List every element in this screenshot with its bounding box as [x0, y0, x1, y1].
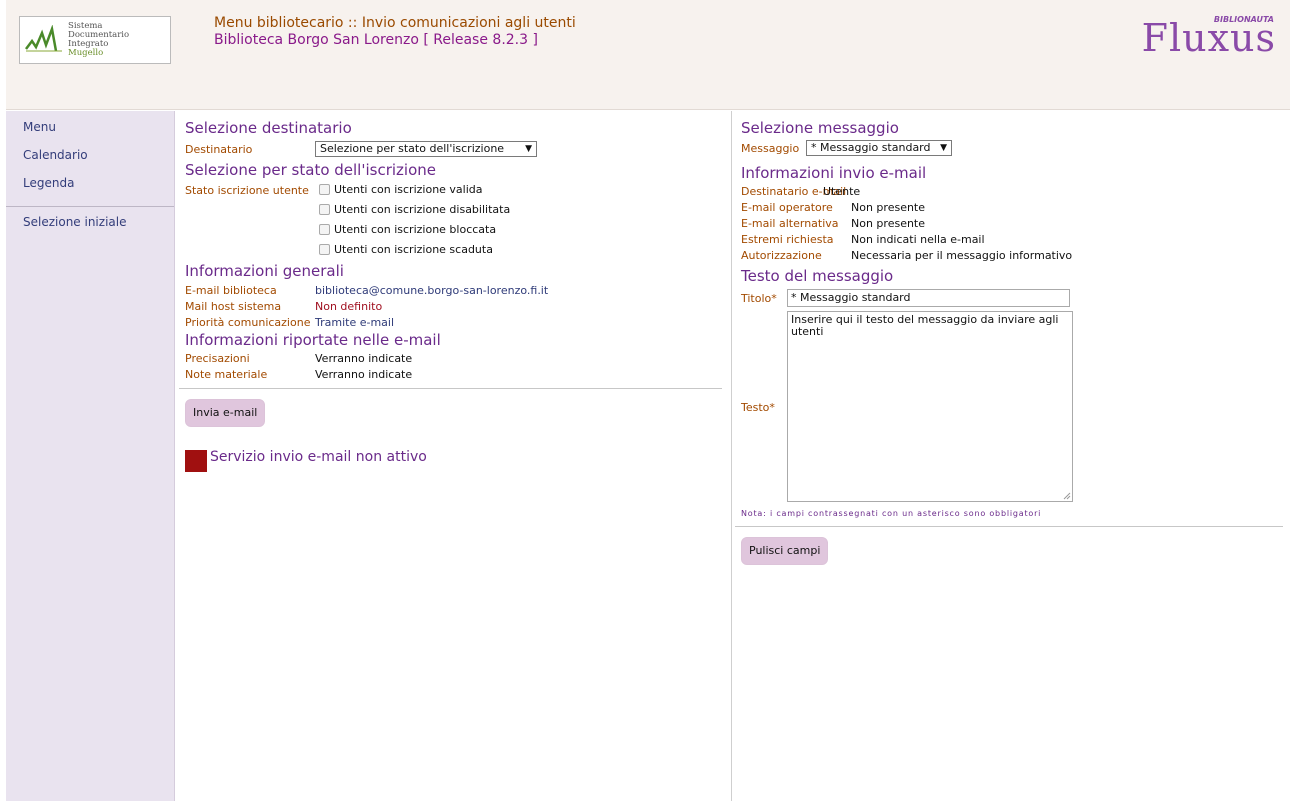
mail-host-value: Non definito [315, 300, 383, 313]
info-value: Verranno indicate [315, 368, 413, 381]
sidebar-item-menu[interactable]: Menu [23, 120, 174, 134]
info-label: Estremi richiesta [741, 233, 834, 246]
sidebar: Menu Calendario Legenda Selezione inizia… [6, 111, 175, 801]
sidebar-item-selezione-iniziale[interactable]: Selezione iniziale [23, 215, 174, 229]
brand-name: Fluxus [1141, 16, 1276, 60]
checkbox-iscrizione-scaduta[interactable] [319, 244, 330, 255]
section-title-stato: Selezione per stato dell'iscrizione [185, 161, 436, 179]
checkbox-row[interactable]: Utenti con iscrizione scaduta [319, 243, 493, 256]
section-title-info-generali: Informazioni generali [185, 262, 344, 280]
page-header: Sistema Documentario Integrato Mugello M… [6, 0, 1290, 110]
destinatario-select[interactable]: Selezione per stato dell'iscrizione ▼ [315, 141, 537, 157]
checkbox-row[interactable]: Utenti con iscrizione bloccata [319, 223, 496, 236]
priorita-value: Tramite e-mail [315, 316, 395, 329]
recipient-panel: Selezione destinatario Destinatario Sele… [176, 111, 732, 801]
email-service-status: Servizio invio e-mail non attivo [210, 449, 427, 465]
sidebar-separator [6, 206, 174, 207]
section-title-destinatario: Selezione destinatario [185, 119, 352, 137]
checkbox-row[interactable]: Utenti con iscrizione valida [319, 183, 483, 196]
info-value: Verranno indicate [315, 352, 413, 365]
section-title-info-email: Informazioni riportate nelle e-mail [185, 331, 441, 349]
testo-label: Testo* [741, 401, 775, 414]
stato-label: Stato iscrizione utente [185, 184, 309, 197]
chevron-down-icon: ▼ [940, 143, 947, 153]
info-label: Autorizzazione [741, 249, 822, 262]
info-label: E-mail alternativa [741, 217, 839, 230]
mountain-logo-icon [25, 25, 62, 52]
clear-fields-button[interactable]: Pulisci campi [741, 537, 829, 565]
testo-value: Inserire qui il testo del messaggio da i… [791, 313, 1059, 338]
info-value: Non presente [851, 217, 926, 230]
info-label: Mail host sistema [185, 300, 282, 313]
message-panel: Selezione messaggio Messaggio * Messaggi… [733, 111, 1290, 801]
checkbox-label: Utenti con iscrizione valida [334, 183, 483, 196]
section-divider [735, 526, 1283, 527]
info-label: E-mail operatore [741, 201, 833, 214]
chevron-down-icon: ▼ [525, 144, 532, 154]
info-label: Priorità comunicazione [185, 316, 311, 329]
destinatario-select-value: Selezione per stato dell'iscrizione [320, 142, 505, 155]
send-email-button[interactable]: Invia e-mail [185, 399, 266, 427]
status-indicator-icon [185, 450, 207, 472]
logo-text: Sistema Documentario Integrato Mugello [68, 21, 130, 58]
checkbox-iscrizione-valida[interactable] [319, 184, 330, 195]
titolo-label: Titolo* [741, 292, 777, 305]
checkbox-label: Utenti con iscrizione scaduta [334, 243, 493, 256]
testo-textarea[interactable]: Inserire qui il testo del messaggio da i… [787, 311, 1073, 502]
info-value: Utente [823, 185, 861, 198]
section-title-testo: Testo del messaggio [741, 267, 894, 285]
library-email[interactable]: biblioteca@comune.borgo-san-lorenzo.fi.i… [315, 284, 548, 297]
info-value: Non indicati nella e-mail [851, 233, 985, 246]
sdim-logo[interactable]: Sistema Documentario Integrato Mugello [19, 16, 171, 64]
checkbox-label: Utenti con iscrizione disabilitata [334, 203, 511, 216]
checkbox-label: Utenti con iscrizione bloccata [334, 223, 497, 236]
titolo-input[interactable]: * Messaggio standard [787, 289, 1070, 307]
info-label: Note materiale [185, 368, 268, 381]
fluxus-brand: BIBLIONAUTA Fluxus [1126, 8, 1276, 68]
page-title-block: Menu bibliotecario :: Invio comunicazion… [214, 15, 576, 49]
section-title-invio: Informazioni invio e-mail [741, 164, 927, 182]
page-title: Menu bibliotecario :: Invio comunicazion… [214, 15, 576, 31]
section-divider [179, 388, 722, 389]
sidebar-item-calendario[interactable]: Calendario [23, 148, 174, 162]
info-value: Necessaria per il messaggio informativo [851, 249, 1073, 262]
messaggio-select-value: * Messaggio standard [811, 141, 931, 154]
resize-handle-icon[interactable] [1063, 492, 1071, 500]
destinatario-label: Destinatario [185, 143, 253, 156]
checkbox-iscrizione-bloccata[interactable] [319, 224, 330, 235]
sidebar-item-legenda[interactable]: Legenda [23, 176, 174, 190]
section-title-messaggio: Selezione messaggio [741, 119, 899, 137]
info-value: Non presente [851, 201, 926, 214]
checkbox-row[interactable]: Utenti con iscrizione disabilitata [319, 203, 510, 216]
info-label: E-mail biblioteca [185, 284, 277, 297]
checkbox-iscrizione-disabilitata[interactable] [319, 204, 330, 215]
library-release: Biblioteca Borgo San Lorenzo [ Release 8… [214, 32, 538, 48]
messaggio-label: Messaggio [741, 142, 800, 155]
info-label: Precisazioni [185, 352, 250, 365]
required-fields-note: Nota: i campi contrassegnati con un aste… [741, 509, 1042, 518]
messaggio-select[interactable]: * Messaggio standard ▼ [806, 140, 952, 156]
